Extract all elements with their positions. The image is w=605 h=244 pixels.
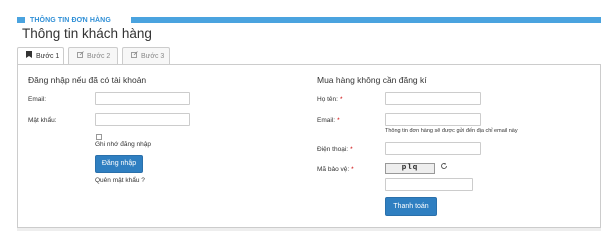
required-mark: * [337,117,340,124]
tab-step-3[interactable]: Bước 3 [122,47,170,64]
login-button[interactable]: Đăng nhập [95,155,143,173]
guest-email-note: Thông tin đơn hàng sẽ được gửi đến địa c… [385,128,518,134]
section-header-marker [17,17,25,23]
guest-name-input[interactable] [385,92,481,105]
tab-step-1[interactable]: Bước 1 [17,47,64,65]
guest-captcha-label: Mã bảo vệ: * [317,166,354,173]
required-mark: * [339,96,343,103]
login-email-label: Email: [28,96,47,103]
guest-email-label: Email: * [317,117,340,124]
login-email-input[interactable] [95,92,190,105]
required-mark: * [351,166,354,173]
remember-checkbox[interactable] [96,134,102,140]
remember-label: Ghi nhớ đăng nhập [95,141,151,148]
page-title: Thông tin khách hàng [22,26,152,41]
guest-name-label: Họ tên: * [317,96,343,103]
forgot-password-link[interactable]: Quên mật khẩu ? [95,177,145,184]
edit-icon [77,48,85,65]
guest-phone-input[interactable] [385,142,481,155]
section-header-rule [131,17,601,23]
guest-email-input[interactable] [385,113,481,126]
guest-heading: Mua hàng không cần đăng kí [317,75,427,85]
required-mark: * [350,146,353,153]
panel-bottom-shadow [17,228,601,231]
tab-step-2-label: Bước 2 [87,53,111,60]
checkout-button[interactable]: Thanh toán [385,197,437,216]
guest-email-label-text: Email: [317,117,336,124]
tab-step-2[interactable]: Bước 2 [68,47,118,64]
captcha-input[interactable] [385,178,473,191]
guest-phone-label-text: Điện thoại: [317,146,349,153]
tab-step-3-label: Bước 3 [141,53,165,60]
login-heading: Đăng nhập nếu đã có tài khoản [28,75,147,85]
bookmark-icon [26,48,34,65]
guest-phone-label: Điện thoại: * [317,146,353,153]
guest-captcha-label-text: Mã bảo vệ: [317,166,350,173]
refresh-captcha-icon[interactable] [440,162,448,172]
tab-step-1-label: Bước 1 [36,53,60,60]
login-password-label: Mật khẩu: [28,117,57,124]
guest-name-label-text: Họ tên: [317,96,338,103]
edit-icon [131,48,139,65]
login-password-input[interactable] [95,113,190,126]
captcha-image: plq [385,163,435,174]
